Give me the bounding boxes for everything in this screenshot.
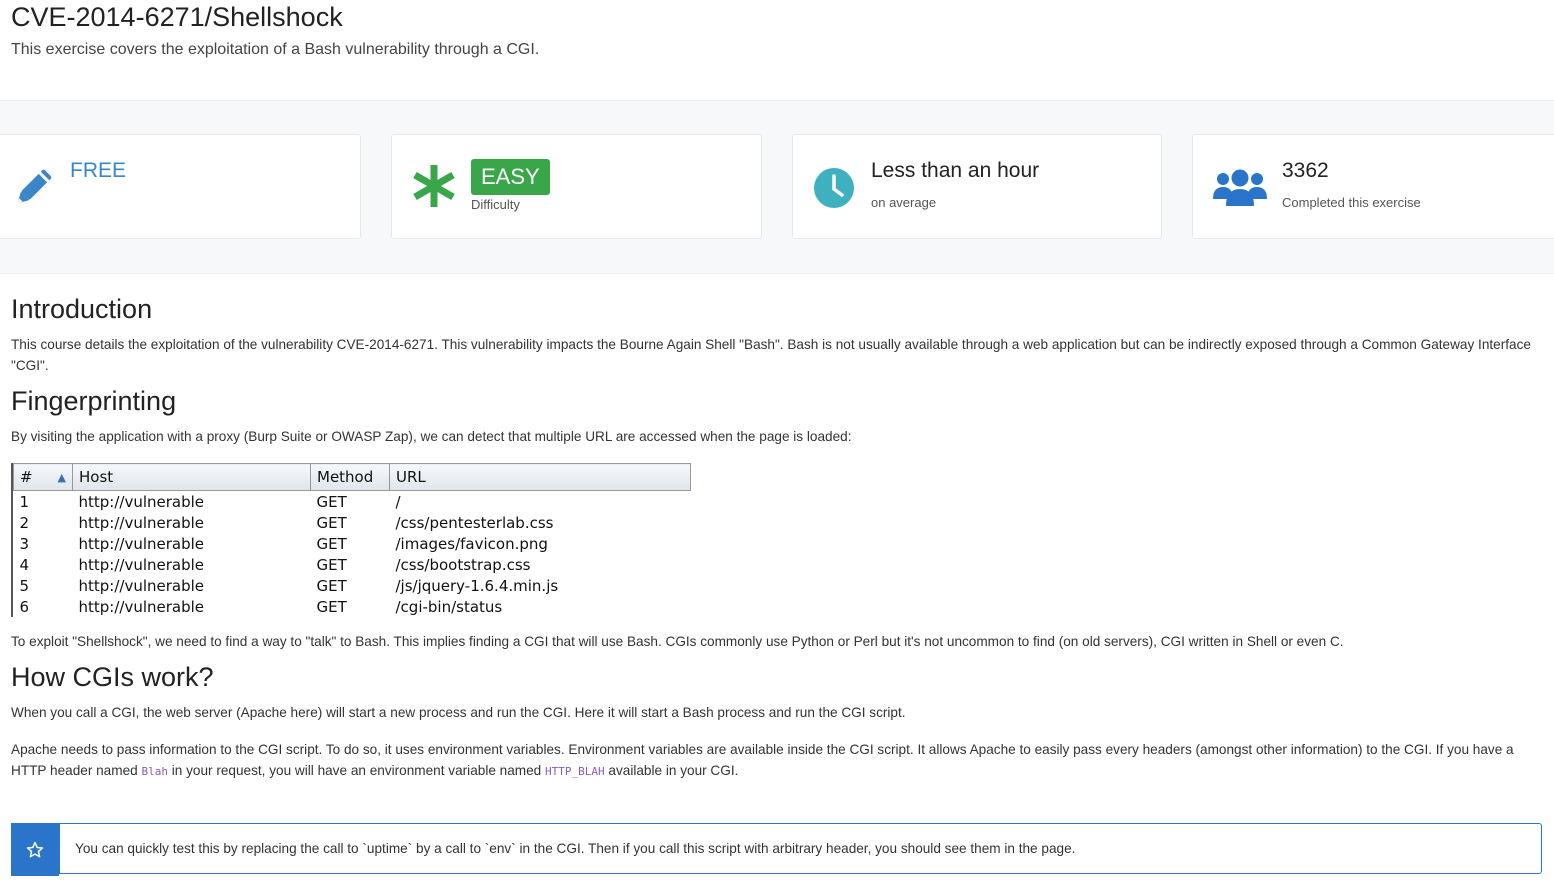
introduction-text: This course details the exploitation of … bbox=[11, 337, 1531, 373]
difficulty-label: Difficulty bbox=[471, 197, 520, 212]
users-icon bbox=[1213, 169, 1267, 212]
column-header-host: Host bbox=[72, 463, 311, 491]
completed-count: 3362 bbox=[1282, 159, 1329, 182]
price-label: FREE bbox=[70, 159, 127, 182]
inline-code-http-blah: HTTP_BLAH bbox=[545, 765, 605, 778]
cgi-paragraph-1: When you call a CGI, the web server (Apa… bbox=[11, 705, 906, 720]
price-card: FREE bbox=[0, 134, 361, 239]
tip-text: You can quickly test this by replacing t… bbox=[59, 823, 1542, 874]
section-heading-fingerprinting: Fingerprinting bbox=[11, 386, 177, 416]
difficulty-card: EASY Difficulty bbox=[391, 134, 762, 239]
page-header: CVE-2014-6271/Shellshock This exercise c… bbox=[11, 0, 1541, 62]
sort-ascending-icon: ▲ bbox=[57, 471, 66, 484]
table-row: 4 http://vulnerable GET/css/bootstrap.css bbox=[19, 555, 531, 574]
tip-callout: You can quickly test this by replacing t… bbox=[11, 823, 1542, 876]
table-row: 1 http://vulnerable GET / bbox=[19, 492, 401, 511]
cgi-paragraph-2: Apache needs to pass information to the … bbox=[11, 742, 1514, 778]
proxy-history-screenshot: # ▲ Host Method URL 1 http://vulnerable GET… bbox=[11, 463, 693, 617]
fingerprinting-after-text: To exploit "Shellshock", we need to find… bbox=[11, 634, 1344, 649]
completed-label: Completed this exercise bbox=[1282, 195, 1421, 210]
time-card: Less than an hour on average bbox=[792, 134, 1162, 239]
section-heading-cgi: How CGIs work? bbox=[11, 662, 214, 692]
column-header-method: Method bbox=[310, 463, 390, 491]
main-content: Introduction This course details the exp… bbox=[11, 290, 1546, 782]
clock-icon bbox=[813, 167, 855, 214]
page-subtitle: This exercise covers the exploitation of… bbox=[11, 41, 540, 58]
time-value: Less than an hour bbox=[871, 159, 1040, 182]
pencil-icon bbox=[10, 165, 56, 216]
stats-band: FREE EASY Difficulty Less than an hour o… bbox=[0, 100, 1554, 274]
page-title: CVE-2014-6271/Shellshock bbox=[11, 2, 343, 32]
table-row: 2 http://vulnerable GET/css/pentesterlab.c… bbox=[19, 513, 554, 532]
fingerprinting-text: By visiting the application with a proxy… bbox=[11, 429, 852, 444]
difficulty-badge: EASY bbox=[471, 159, 550, 195]
star-icon bbox=[11, 823, 59, 876]
inline-code-blah: Blah bbox=[141, 765, 168, 778]
section-heading-introduction: Introduction bbox=[11, 294, 153, 324]
completed-card: 3362 Completed this exercise bbox=[1192, 134, 1554, 239]
asterisk-icon bbox=[412, 163, 456, 214]
column-header-url: URL bbox=[389, 463, 691, 491]
time-label: on average bbox=[871, 195, 937, 210]
table-row: 6 http://vulnerable GET/cgi-bin/status bbox=[19, 597, 503, 616]
table-row: 5 http://vulnerable GET/js/jquery-1.6.4.mi… bbox=[19, 576, 559, 595]
column-header-index: # ▲ bbox=[13, 463, 73, 491]
table-row: 3 http://vulnerable GET/images/favicon.png bbox=[19, 534, 548, 553]
